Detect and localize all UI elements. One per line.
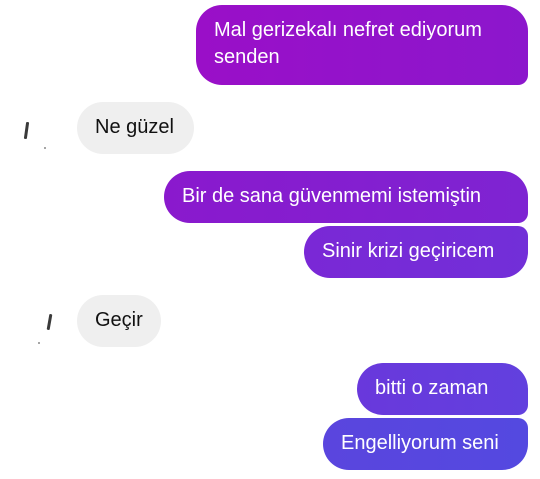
message-text: Engelliyorum seni: [341, 432, 499, 454]
message-text: Sinir krizi geçiricem: [322, 240, 495, 262]
outgoing-message[interactable]: bitti o zaman: [357, 363, 528, 415]
outgoing-message[interactable]: Sinir krizi geçiricem: [304, 226, 528, 278]
message-text: bitti o zaman: [375, 377, 489, 399]
outgoing-message[interactable]: Mal gerizekalı nefret ediyorum senden: [196, 5, 528, 85]
incoming-message[interactable]: Geçir: [77, 295, 161, 347]
message-text: Mal gerizekalı nefret ediyorum senden: [214, 19, 482, 68]
incoming-message[interactable]: Ne güzel: [77, 102, 194, 154]
message-text: Ne güzel: [95, 116, 174, 138]
avatar-icon[interactable]: [18, 116, 52, 150]
outgoing-message[interactable]: Engelliyorum seni: [323, 418, 528, 470]
avatar-icon[interactable]: [30, 308, 64, 344]
message-text: Geçir: [95, 309, 143, 331]
message-text: Bir de sana güvenmemi istemiştin: [182, 185, 482, 207]
outgoing-message[interactable]: Bir de sana güvenmemi istemiştin: [164, 171, 528, 223]
